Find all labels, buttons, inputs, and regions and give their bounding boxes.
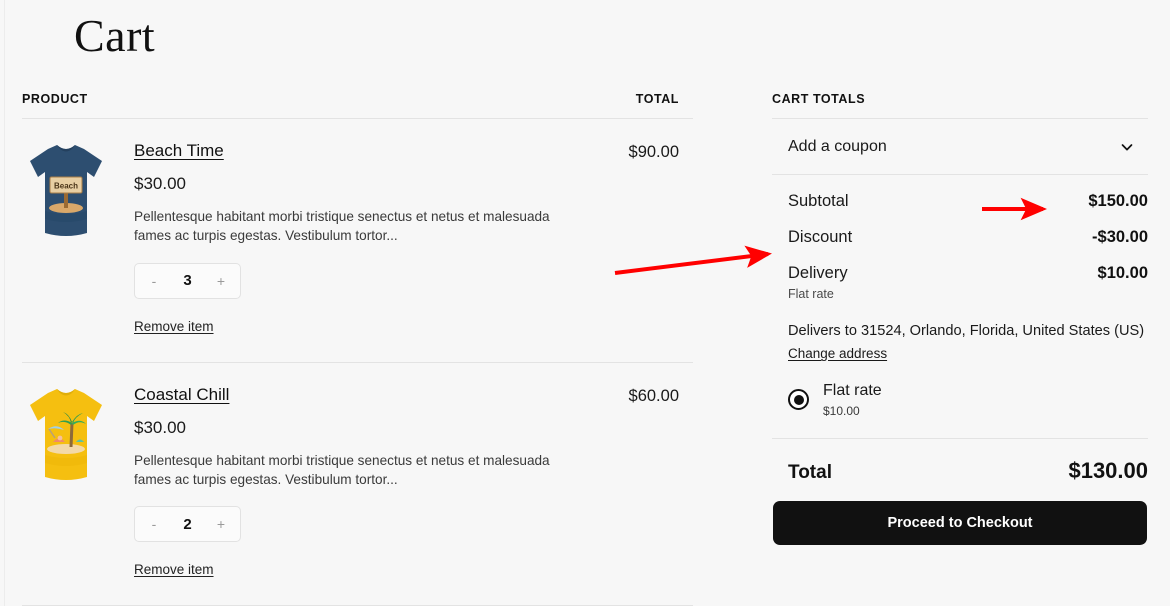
cart-totals-heading: CART TOTALS — [772, 92, 1148, 119]
product-thumbnail-cell — [22, 385, 134, 580]
add-coupon-label: Add a coupon — [788, 137, 887, 155]
quantity-increase-button[interactable]: + — [215, 517, 227, 531]
product-name-link[interactable]: Beach Time — [134, 141, 224, 161]
product-line-total: $90.00 — [628, 143, 679, 161]
discount-value: -$30.00 — [1092, 228, 1148, 246]
page-title: Cart — [74, 10, 156, 61]
order-total-row: Total $130.00 — [772, 439, 1148, 484]
quantity-decrease-button[interactable]: - — [148, 274, 160, 288]
shipping-option-flat-rate[interactable]: Flat rate $10.00 — [772, 382, 1148, 439]
order-total-value: $130.00 — [1068, 457, 1148, 483]
change-address-link[interactable]: Change address — [788, 346, 887, 361]
quantity-stepper[interactable]: - 2 + — [134, 506, 241, 543]
delivery-method-note: Flat rate — [788, 287, 834, 301]
cart-items-section: PRODUCT TOTAL Beach Beach Time $30.00 Pe… — [22, 92, 693, 606]
subtotal-label: Subtotal — [788, 192, 849, 210]
delivery-address-text: Delivers to 31524, Orlando, Florida, Uni… — [788, 323, 1145, 339]
product-info-cell: Coastal Chill $30.00 Pellentesque habita… — [134, 385, 573, 580]
quantity-decrease-button[interactable]: - — [148, 517, 160, 531]
quantity-value: 3 — [183, 272, 192, 290]
shipping-option-text: Flat rate $10.00 — [823, 382, 882, 417]
cart-totals-section: CART TOTALS Add a coupon Subtotal $150.0… — [772, 92, 1148, 545]
delivery-label: Delivery — [788, 264, 848, 282]
discount-label: Discount — [788, 228, 853, 246]
delivery-row: Delivery $10.00 — [772, 247, 1148, 283]
order-total-label: Total — [788, 461, 832, 483]
quantity-stepper[interactable]: - 3 + — [134, 262, 241, 299]
subtotal-value: $150.00 — [1088, 192, 1148, 210]
product-unit-price: $30.00 — [134, 417, 186, 437]
product-line-total: $60.00 — [628, 386, 679, 405]
column-header-total: TOTAL — [635, 92, 679, 106]
column-header-product: PRODUCT — [22, 92, 88, 106]
remove-item-link[interactable]: Remove item — [134, 562, 214, 577]
svg-text:Beach: Beach — [54, 182, 78, 191]
product-description: Pellentesque habitant morbi tristique se… — [134, 452, 550, 487]
chevron-down-icon — [1121, 143, 1133, 150]
delivery-value: $10.00 — [1097, 264, 1148, 282]
product-info-cell: Beach Time $30.00 Pellentesque habitant … — [134, 141, 573, 336]
table-row: Beach Beach Time $30.00 Pellentesque hab… — [22, 119, 693, 363]
product-image-beach-time[interactable]: Beach — [24, 141, 108, 245]
product-thumbnail-cell: Beach — [22, 141, 134, 336]
table-row: Coastal Chill $30.00 Pellentesque habita… — [22, 363, 693, 606]
remove-item-link[interactable]: Remove item — [134, 319, 214, 334]
discount-row: Discount -$30.00 — [772, 211, 1148, 247]
quantity-increase-button[interactable]: + — [215, 274, 227, 288]
subtotal-row: Subtotal $150.00 — [772, 175, 1148, 211]
shipping-option-price: $10.00 — [823, 403, 860, 418]
shipping-option-name: Flat rate — [823, 382, 882, 400]
page-left-edge — [4, 0, 5, 606]
radio-selected-icon[interactable] — [788, 389, 809, 411]
product-unit-price: $30.00 — [134, 174, 186, 193]
add-coupon-row[interactable]: Add a coupon — [772, 119, 1148, 175]
product-name-link[interactable]: Coastal Chill — [134, 385, 229, 405]
quantity-value: 2 — [183, 515, 192, 533]
proceed-to-checkout-button[interactable]: Proceed to Checkout — [773, 500, 1147, 545]
product-image-coastal-chill[interactable] — [24, 385, 108, 489]
cart-table-header: PRODUCT TOTAL — [22, 92, 693, 119]
product-description: Pellentesque habitant morbi tristique se… — [134, 209, 550, 244]
